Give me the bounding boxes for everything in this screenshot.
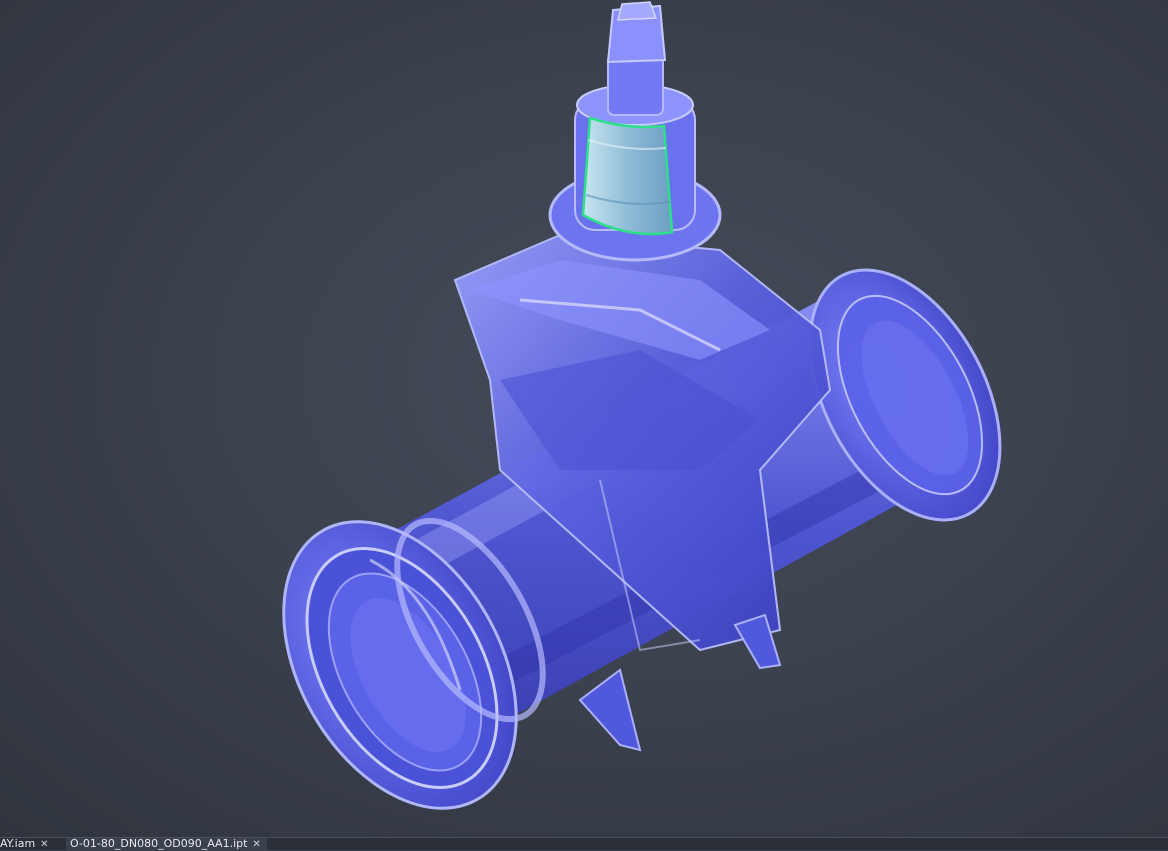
close-icon[interactable]: ✕ [252,839,260,850]
tab-label: AY.iam [0,837,36,850]
gate-valve-model[interactable] [0,0,1168,837]
lower-fin [578,668,642,752]
document-tab-part[interactable]: O-01-80_DN080_OD090_AA1.ipt ✕ [66,838,267,850]
close-icon[interactable]: ✕ [40,839,48,850]
document-tab-bar: AY.iam ✕ O-01-80_DN080_OD090_AA1.ipt ✕ [0,837,1168,850]
tab-label: O-01-80_DN080_OD090_AA1.ipt [70,837,248,850]
valve-stem[interactable] [606,1,667,116]
selected-face[interactable] [581,116,674,236]
document-tab-assembly[interactable]: AY.iam ✕ [0,837,53,851]
3d-viewport[interactable] [0,0,1168,837]
